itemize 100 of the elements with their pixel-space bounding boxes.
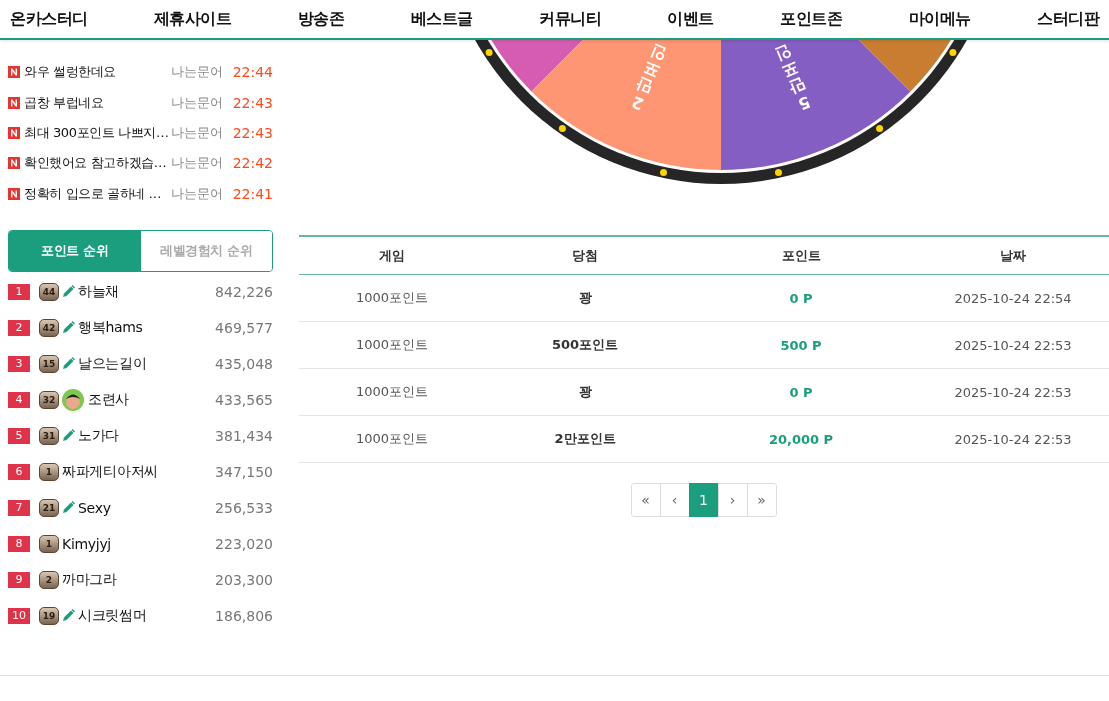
- nav-link[interactable]: 방송존: [297, 8, 345, 30]
- user-points: 256,533: [215, 499, 273, 516]
- pencil-icon: [62, 357, 75, 371]
- table-cell-text: 꽝: [577, 289, 593, 307]
- user-name: 시크릿썸머: [78, 606, 148, 625]
- post-time: 22:44: [232, 64, 273, 81]
- post-title-link[interactable]: 곱창 부럽네요: [24, 93, 171, 112]
- table-cell-text: 1000포인트: [354, 289, 430, 307]
- level-badge: 2: [39, 570, 59, 589]
- pencil-icon: [62, 321, 75, 335]
- user-name: 날으는길이: [78, 354, 148, 373]
- post-title-link[interactable]: 최대 300포인트 나쁘지…: [24, 123, 171, 142]
- table-cell-text: 20,000 P: [767, 431, 835, 447]
- table-cell-text: 꽝: [577, 383, 593, 401]
- user-points: 347,150: [215, 463, 273, 480]
- rank-number: 6: [8, 463, 30, 480]
- page-button[interactable]: »: [746, 483, 777, 517]
- post-title-link[interactable]: 와우 썰렁한데요: [24, 63, 171, 82]
- level-badge: 1: [39, 534, 59, 553]
- new-badge-icon: [8, 187, 20, 200]
- level-badge: 44: [39, 282, 59, 301]
- nav-link[interactable]: 제휴사이트: [153, 8, 232, 30]
- post-time: 22:43: [232, 94, 273, 111]
- user-points: 203,300: [215, 571, 273, 588]
- column-header: 게임: [378, 246, 406, 265]
- nav-link[interactable]: 스터디판: [1037, 8, 1099, 30]
- user-name: Kimyjyj: [62, 535, 112, 552]
- table-cell-text: 2만포인트: [553, 430, 617, 448]
- table-cell-text: 0 P: [788, 384, 814, 400]
- user-points: 469,577: [215, 319, 273, 336]
- post-author: 나는문어: [170, 154, 223, 173]
- nav-link[interactable]: 포인트존: [780, 8, 843, 30]
- table-cell-text: 500 P: [779, 337, 823, 353]
- post-author: 나는문어: [170, 123, 223, 142]
- new-badge-icon: [8, 66, 20, 79]
- user-points: 435,048: [215, 355, 273, 372]
- page-button[interactable]: ›: [717, 483, 748, 517]
- user-name: Sexy: [78, 499, 112, 516]
- nav-link[interactable]: 이벤트: [667, 8, 714, 30]
- nav-link[interactable]: 마이메뉴: [908, 8, 971, 30]
- column-header: 날짜: [999, 246, 1027, 265]
- nav-link[interactable]: 온카스터디: [10, 8, 88, 30]
- post-author: 나는문어: [170, 63, 223, 82]
- user-name: 까마그라: [62, 570, 118, 589]
- table-cell-text: 500포인트: [550, 336, 620, 354]
- level-badge: 32: [39, 390, 59, 409]
- page-button[interactable]: ‹: [659, 483, 690, 517]
- page-button[interactable]: «: [630, 483, 661, 517]
- user-name: 조련사: [88, 390, 131, 409]
- table-cell-text: 1000포인트: [354, 430, 430, 448]
- level-badge: 19: [39, 606, 59, 625]
- user-points: 381,434: [215, 427, 273, 444]
- new-badge-icon: [8, 96, 20, 109]
- table-cell-text: 2025-10-24 22:53: [953, 431, 1073, 447]
- post-time: 22:41: [232, 185, 273, 202]
- pencil-icon: [62, 609, 75, 623]
- user-name: 행복hams: [78, 318, 144, 337]
- rank-number: 8: [8, 535, 30, 552]
- pencil-icon: [62, 429, 75, 443]
- pencil-icon: [62, 501, 75, 515]
- table-cell-text: 2025-10-24 22:53: [953, 384, 1073, 400]
- user-points: 223,020: [215, 535, 273, 552]
- rank-number: 5: [8, 427, 30, 444]
- new-badge-icon: [8, 126, 20, 139]
- column-header: 포인트: [780, 246, 822, 265]
- rank-number: 1: [8, 283, 30, 300]
- user-name: 하늘채: [78, 282, 121, 301]
- level-badge: 1: [39, 462, 59, 481]
- post-title-link[interactable]: 정확히 입으로 골하네 …: [24, 184, 171, 203]
- table-cell-text: 2025-10-24 22:54: [953, 290, 1073, 306]
- table-cell-text: 1000포인트: [354, 383, 430, 401]
- nav-link[interactable]: 커뮤니티: [539, 8, 601, 30]
- user-name: 짜파게티아저씨: [62, 462, 159, 481]
- nav-link[interactable]: 베스트글: [410, 8, 473, 30]
- rank-number: 9: [8, 571, 30, 588]
- level-badge: 31: [39, 426, 59, 445]
- table-cell-text: 1000포인트: [354, 336, 430, 354]
- user-points: 842,226: [215, 283, 273, 300]
- post-title-link[interactable]: 확인했어요 참고하겠습…: [24, 154, 171, 173]
- rank-number: 3: [8, 355, 30, 372]
- avatar-icon: [62, 388, 84, 411]
- user-name: 노가다: [78, 426, 121, 445]
- rank-number: 4: [8, 391, 30, 408]
- table-cell-text: 0 P: [788, 290, 814, 306]
- level-badge: 42: [39, 318, 59, 337]
- rank-number: 7: [8, 499, 30, 516]
- level-badge: 21: [39, 498, 59, 517]
- post-author: 나는문어: [170, 93, 223, 112]
- rank-number: 10: [8, 607, 30, 624]
- pencil-icon: [62, 285, 75, 299]
- level-badge: 15: [39, 354, 59, 373]
- new-badge-icon: [8, 157, 20, 170]
- user-points: 433,565: [215, 391, 273, 408]
- post-author: 나는문어: [170, 184, 223, 203]
- post-time: 22:43: [232, 124, 273, 141]
- column-header: 당첨: [571, 246, 599, 265]
- user-points: 186,806: [215, 607, 273, 624]
- rank-number: 2: [8, 319, 30, 336]
- post-time: 22:42: [232, 155, 273, 172]
- table-cell-text: 2025-10-24 22:53: [953, 337, 1073, 353]
